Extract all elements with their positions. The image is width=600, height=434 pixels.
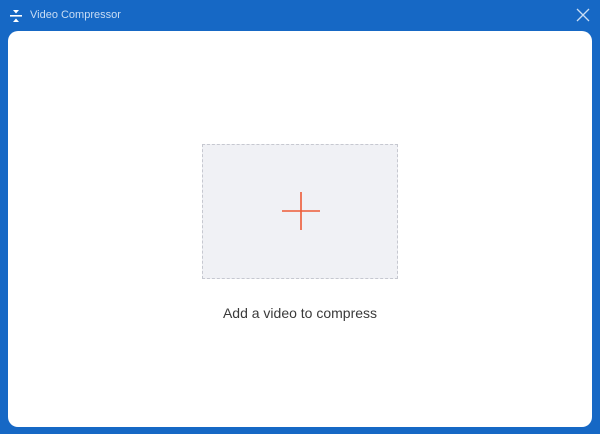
close-icon	[576, 8, 590, 22]
add-video-dropzone[interactable]	[202, 144, 398, 279]
window-title: Video Compressor	[30, 9, 121, 21]
add-video-hint: Add a video to compress	[222, 305, 378, 321]
compress-icon	[9, 9, 23, 23]
close-button[interactable]	[574, 6, 592, 24]
app-window: Video Compressor Add a video to compress	[0, 0, 600, 434]
title-bar: Video Compressor	[0, 0, 600, 31]
plus-icon	[281, 191, 321, 231]
main-panel: Add a video to compress	[8, 31, 592, 427]
